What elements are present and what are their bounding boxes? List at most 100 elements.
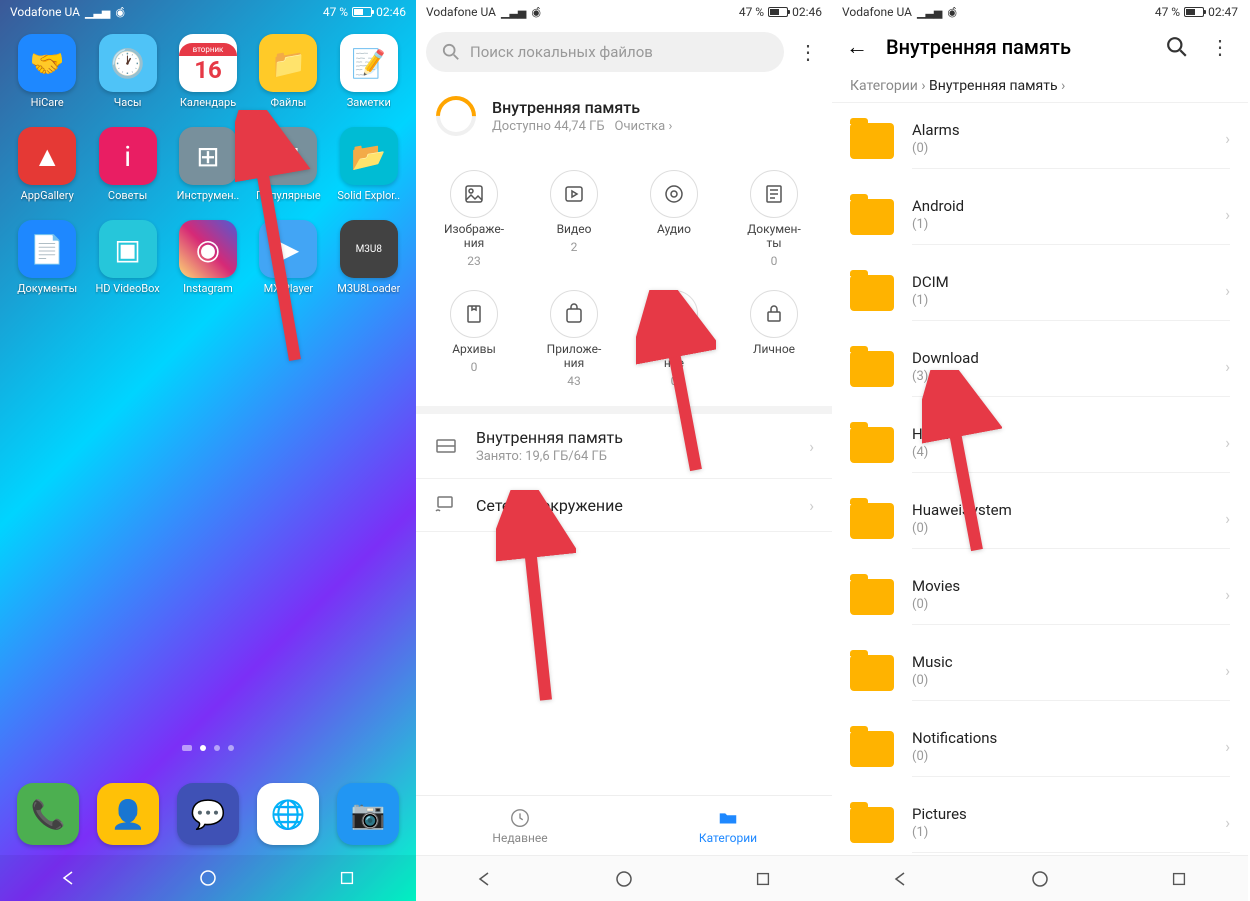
navbar <box>0 855 416 901</box>
app-icon-appgallery[interactable]: ▲AppGallery <box>8 127 86 202</box>
search-icon[interactable] <box>1166 36 1188 58</box>
nav-back[interactable] <box>887 865 915 893</box>
app-label: HD VideoBox <box>95 282 159 295</box>
category-0[interactable]: Изображе-ния 23 <box>426 170 522 268</box>
dock-app[interactable]: 🌐 <box>257 783 319 845</box>
back-button[interactable]: ← <box>846 34 868 60</box>
folder-row-pictures[interactable]: Pictures (1) › <box>832 787 1248 863</box>
folder-count: (1) <box>912 217 1225 232</box>
app-icon-файлы[interactable]: 📁Файлы <box>249 34 327 109</box>
internal-storage-row[interactable]: Внутренняя память Занято: 19,6 ГБ/64 ГБ … <box>416 414 832 479</box>
folder-name: Download <box>912 349 1225 367</box>
row-title: Сетевое окружение <box>476 496 791 515</box>
phone-home-screen: Vodafone UA ▁▃▅ ◉̂ 47 % 02:46 🤝HiCare🕐Ча… <box>0 0 416 901</box>
category-2[interactable]: Аудио <box>626 170 722 268</box>
dock-app[interactable]: 📷 <box>337 783 399 845</box>
app-label: MX Player <box>264 282 314 295</box>
chevron-right-icon: › <box>1225 281 1230 300</box>
folder-row-huawei[interactable]: Huawei (4) › <box>832 407 1248 483</box>
folder-count: (0) <box>912 673 1225 688</box>
overflow-menu[interactable]: ⋮ <box>794 40 822 64</box>
app-icon-заметки[interactable]: 📝Заметки <box>330 34 408 109</box>
breadcrumb[interactable]: Категории › Внутренняя память › <box>832 70 1248 103</box>
app-label: Заметки <box>347 96 391 109</box>
folder-name: HuaweiSystem <box>912 501 1225 519</box>
folder-count: (0) <box>912 597 1225 612</box>
category-7[interactable]: Личное <box>726 290 822 388</box>
storage-banner[interactable]: Внутренняя память Доступно 44,74 ГБ Очис… <box>416 80 832 152</box>
chevron-right-icon: › <box>1225 129 1230 148</box>
category-1[interactable]: Видео 2 <box>526 170 622 268</box>
folder-row-dcim[interactable]: DCIM (1) › <box>832 255 1248 331</box>
chevron-right-icon: › <box>1225 433 1230 452</box>
app-icon-календарь[interactable]: вторник16Календарь <box>169 34 247 109</box>
app-label: Документы <box>17 282 77 295</box>
folder-row-music[interactable]: Music (0) › <box>832 635 1248 711</box>
folder-row-notifications[interactable]: Notifications (0) › <box>832 711 1248 787</box>
folder-icon <box>717 807 739 829</box>
app-icon-часы[interactable]: 🕐Часы <box>88 34 166 109</box>
folder-row-movies[interactable]: Movies (0) › <box>832 559 1248 635</box>
storage-icon <box>434 434 458 458</box>
nav-recent[interactable] <box>333 864 361 892</box>
category-4[interactable]: Архивы 0 <box>426 290 522 388</box>
nav-back[interactable] <box>471 865 499 893</box>
statusbar: Vodafone UA ▁▃▅ ◉̂ 47 % 02:46 <box>0 0 416 24</box>
app-icon-советы[interactable]: iСоветы <box>88 127 166 202</box>
category-count: 0 <box>671 374 678 388</box>
app-icon-популярные[interactable]: ⊞Популярные <box>249 127 327 202</box>
category-5[interactable]: Приложе-ния 43 <box>526 290 622 388</box>
nav-home[interactable] <box>1026 865 1054 893</box>
clock: 02:46 <box>792 5 822 19</box>
dock-app[interactable]: 👤 <box>97 783 159 845</box>
network-row[interactable]: Сетевое окружение › <box>416 479 832 532</box>
folder-row-alarms[interactable]: Alarms (0) › <box>832 103 1248 179</box>
bottom-tabs: Недавнее Категории <box>416 795 832 855</box>
nav-home[interactable] <box>194 864 222 892</box>
app-icon-solidexplor[interactable]: 📂Solid Explor.. <box>330 127 408 202</box>
folder-count: (0) <box>912 749 1225 764</box>
cleanup-link[interactable]: Очистка › <box>615 119 673 134</box>
search-input[interactable]: Поиск локальных файлов <box>426 32 784 72</box>
wifi-icon: ◉̂ <box>115 6 125 19</box>
category-3[interactable]: Докумен-ты 0 <box>726 170 822 268</box>
app-icon-mxplayer[interactable]: ▶MX Player <box>249 220 327 295</box>
app-icon-m3u8loader[interactable]: M3U8M3U8Loader <box>330 220 408 295</box>
folder-row-huaweisystem[interactable]: HuaweiSystem (0) › <box>832 483 1248 559</box>
app-label: Файлы <box>271 96 307 109</box>
app-icon-hdvideobox[interactable]: ▣HD VideoBox <box>88 220 166 295</box>
chevron-right-icon: › <box>809 496 814 515</box>
carrier-label: Vodafone UA <box>10 5 80 19</box>
category-label: Личное <box>753 342 795 356</box>
tab-categories[interactable]: Категории <box>624 796 832 855</box>
clock-icon <box>509 807 531 829</box>
app-icon-instagram[interactable]: ◉Instagram <box>169 220 247 295</box>
app-icon-инструмен[interactable]: ⊞Инструмен.. <box>169 127 247 202</box>
folder-row-android[interactable]: Android (1) › <box>832 179 1248 255</box>
row-title: Внутренняя память <box>476 428 791 447</box>
folder-name: Pictures <box>912 805 1225 823</box>
dock-app[interactable]: 📞 <box>17 783 79 845</box>
tab-recent[interactable]: Недавнее <box>416 796 624 855</box>
page-indicator <box>0 745 416 751</box>
nav-recent[interactable] <box>749 865 777 893</box>
app-label: Инструмен.. <box>177 189 240 202</box>
category-count: 23 <box>467 254 481 268</box>
app-icon-документы[interactable]: 📄Документы <box>8 220 86 295</box>
folder-icon <box>850 655 894 691</box>
category-6[interactable]: Избран-ное 0 <box>626 290 722 388</box>
navbar <box>832 855 1248 901</box>
storage-title: Внутренняя память <box>492 98 672 117</box>
nav-home[interactable] <box>610 865 638 893</box>
app-label: Популярные <box>256 189 321 202</box>
nav-recent[interactable] <box>1165 865 1193 893</box>
overflow-menu[interactable]: ⋮ <box>1206 35 1234 59</box>
folder-row-download[interactable]: Download (3) › <box>832 331 1248 407</box>
folder-list: Alarms (0) › Android (1) › DCIM (1) › Do… <box>832 103 1248 863</box>
dock-app[interactable]: 💬 <box>177 783 239 845</box>
nav-back[interactable] <box>55 864 83 892</box>
app-icon-hicare[interactable]: 🤝HiCare <box>8 34 86 109</box>
category-count: 43 <box>567 374 581 388</box>
chevron-right-icon: › <box>1061 78 1065 94</box>
app-label: Solid Explor.. <box>337 189 400 202</box>
